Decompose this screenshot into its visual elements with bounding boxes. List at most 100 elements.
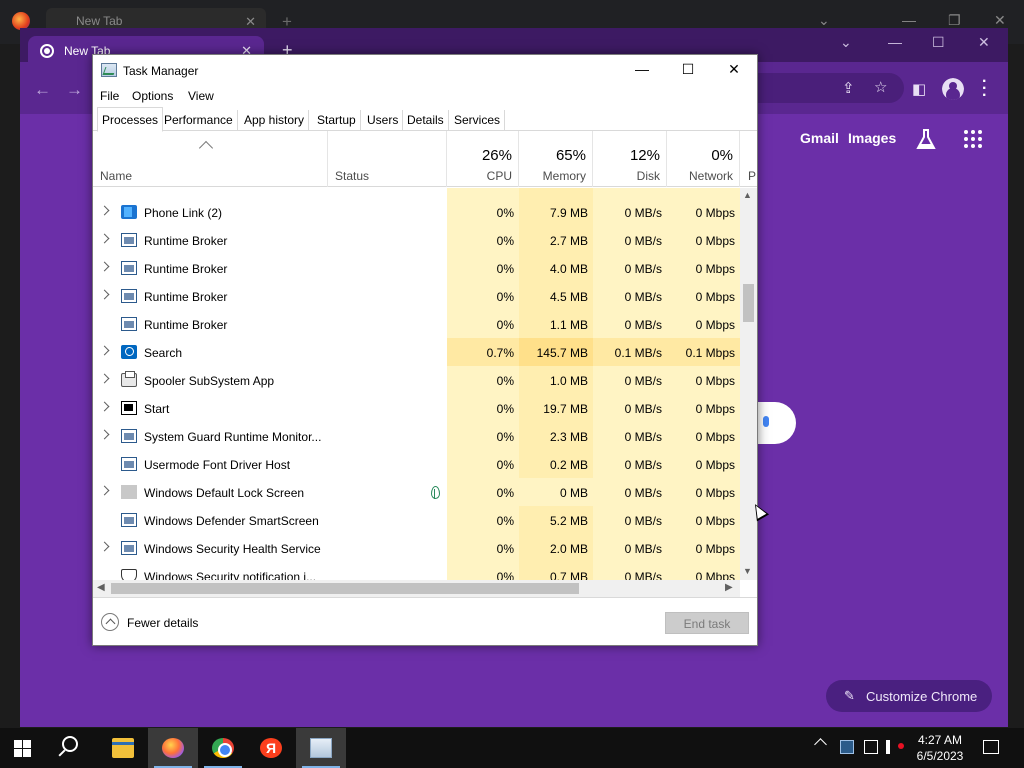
images-link[interactable]: Images bbox=[848, 130, 896, 146]
chrome-close-button[interactable]: ✕ bbox=[978, 34, 990, 51]
table-row[interactable]: Windows Security Health Service 0% 2.0 MB 0… bbox=[93, 534, 740, 562]
background-tab-search-icon[interactable]: ⌄ bbox=[818, 12, 830, 29]
show-hidden-icons-chevron-icon[interactable] bbox=[814, 738, 827, 751]
table-row[interactable]: Search 0.7% 145.7 MB 0.1 MB/s 0.1 Mbps bbox=[93, 338, 740, 366]
bookmark-star-icon[interactable]: ☆ bbox=[874, 78, 887, 96]
chrome-menu-icon[interactable]: · · · bbox=[982, 74, 988, 104]
column-header-status[interactable]: Status bbox=[328, 131, 447, 187]
process-name: Runtime Broker bbox=[144, 234, 228, 248]
volume-muted-icon[interactable] bbox=[886, 740, 904, 754]
expand-chevron-icon[interactable] bbox=[99, 541, 110, 552]
tab-services[interactable]: Services bbox=[450, 110, 506, 131]
voice-search-mic-icon[interactable] bbox=[758, 402, 796, 444]
memory-cell: 0.2 MB bbox=[519, 450, 593, 478]
menu-view[interactable]: View bbox=[188, 89, 214, 103]
column-header-name[interactable]: Name bbox=[93, 131, 328, 187]
expand-chevron-icon[interactable] bbox=[99, 289, 110, 300]
customize-chrome-button[interactable]: ✎ Customize Chrome bbox=[826, 680, 992, 712]
tab-performance[interactable]: Performance bbox=[160, 110, 238, 131]
taskbar-file-explorer[interactable] bbox=[98, 728, 148, 768]
back-arrow-icon[interactable]: ← bbox=[34, 80, 51, 100]
table-row[interactable]: Spooler SubSystem App 0% 1.0 MB 0 MB/s 0 Mbp… bbox=[93, 366, 740, 394]
expand-chevron-icon[interactable] bbox=[99, 485, 110, 496]
forward-arrow-icon[interactable]: → bbox=[66, 80, 83, 100]
table-row[interactable]: Usermode Font Driver Host 0% 0.2 MB 0 MB/s 0… bbox=[93, 450, 740, 478]
chrome-tab-search-icon[interactable]: ⌄ bbox=[840, 34, 852, 51]
horizontal-scrollbar[interactable]: ◀ ▶ bbox=[93, 580, 740, 597]
chrome-maximize-button[interactable]: ☐ bbox=[932, 34, 945, 51]
collapse-chevron-icon[interactable] bbox=[101, 613, 119, 631]
background-minimize-button[interactable]: — bbox=[902, 12, 916, 28]
column-header-power[interactable]: P bbox=[740, 131, 757, 187]
table-row[interactable]: Windows Security notification i... 0% 0.7 … bbox=[93, 562, 740, 580]
chrome-minimize-button[interactable]: — bbox=[888, 34, 902, 50]
table-row[interactable] bbox=[93, 188, 740, 198]
start-button[interactable] bbox=[14, 740, 32, 757]
task-manager-titlebar[interactable]: Task Manager — ☐ ✕ bbox=[93, 55, 757, 85]
table-row[interactable]: Windows Default Lock Screen 0% 0 MB 0 MB/s 0… bbox=[93, 478, 740, 506]
expand-chevron-icon[interactable] bbox=[99, 429, 110, 440]
expand-chevron-icon[interactable] bbox=[99, 233, 110, 244]
tab-app-history[interactable]: App history bbox=[240, 110, 310, 131]
table-row[interactable]: Start 0% 19.7 MB 0 MB/s 0 Mbps bbox=[93, 394, 740, 422]
window-title: Task Manager bbox=[123, 64, 199, 78]
maximize-button[interactable]: ☐ bbox=[665, 55, 711, 85]
table-row[interactable]: System Guard Runtime Monitor... 0% 2.3 MB 0… bbox=[93, 422, 740, 450]
table-row[interactable]: Phone Link (2) 0% 7.9 MB 0 MB/s 0 Mbps bbox=[93, 198, 740, 226]
column-header-disk[interactable]: 12% Disk bbox=[593, 131, 667, 187]
scroll-right-icon[interactable]: ▶ bbox=[725, 582, 733, 593]
tab-startup[interactable]: Startup bbox=[313, 110, 361, 131]
column-header-network[interactable]: 0% Network bbox=[667, 131, 740, 187]
taskbar-yandex[interactable]: Я bbox=[246, 728, 296, 768]
scroll-down-icon[interactable]: ▼ bbox=[743, 566, 752, 576]
side-panel-icon[interactable]: ◧ bbox=[912, 80, 926, 98]
table-row[interactable]: Runtime Broker 0% 4.0 MB 0 MB/s 0 Mbps bbox=[93, 254, 740, 282]
share-icon[interactable]: ⇪ bbox=[842, 79, 855, 97]
vertical-scrollbar[interactable]: ▲ ▼ bbox=[740, 188, 757, 580]
clock-date: 6/5/2023 bbox=[916, 749, 964, 763]
process-name: Windows Security Health Service bbox=[144, 542, 321, 556]
network-icon[interactable] bbox=[864, 740, 878, 754]
background-restore-button[interactable]: ❐ bbox=[948, 12, 961, 29]
end-task-button[interactable]: End task bbox=[665, 612, 749, 634]
process-name: Runtime Broker bbox=[144, 262, 228, 276]
menu-options[interactable]: Options bbox=[132, 89, 173, 103]
profile-avatar-icon[interactable] bbox=[942, 78, 964, 100]
minimize-button[interactable]: — bbox=[619, 55, 665, 85]
scroll-left-icon[interactable]: ◀ bbox=[97, 582, 105, 593]
pencil-icon: ✎ bbox=[844, 688, 855, 703]
memory-cell: 4.5 MB bbox=[519, 282, 593, 310]
system-clock[interactable]: 4:27 AM 6/5/2023 bbox=[912, 732, 968, 764]
taskbar-chrome[interactable] bbox=[198, 728, 248, 768]
column-header-memory[interactable]: 65% Memory bbox=[519, 131, 593, 187]
fewer-details-link[interactable]: Fewer details bbox=[127, 616, 198, 630]
menu-file[interactable]: File bbox=[100, 89, 119, 103]
tab-details[interactable]: Details bbox=[403, 110, 449, 131]
expand-chevron-icon[interactable] bbox=[99, 205, 110, 216]
vertical-scroll-thumb[interactable] bbox=[743, 284, 754, 322]
table-row[interactable]: Windows Defender SmartScreen 0% 5.2 MB 0 MB… bbox=[93, 506, 740, 534]
expand-chevron-icon[interactable] bbox=[99, 401, 110, 412]
taskbar-task-manager[interactable] bbox=[296, 728, 346, 768]
windows-taskbar: Я 4:27 AM 6/5/2023 bbox=[0, 728, 1024, 768]
taskbar-firefox[interactable] bbox=[148, 728, 198, 768]
background-close-button[interactable]: ✕ bbox=[994, 12, 1006, 29]
horizontal-scroll-thumb[interactable] bbox=[111, 583, 579, 594]
gmail-link[interactable]: Gmail bbox=[800, 130, 839, 146]
google-apps-icon[interactable] bbox=[964, 130, 982, 148]
labs-flask-icon[interactable] bbox=[916, 128, 936, 150]
table-row[interactable]: Runtime Broker 0% 1.1 MB 0 MB/s 0 Mbps bbox=[93, 310, 740, 338]
column-header-cpu[interactable]: 26% CPU bbox=[447, 131, 519, 187]
tab-processes[interactable]: Processes bbox=[97, 107, 164, 132]
expand-chevron-icon[interactable] bbox=[99, 345, 110, 356]
scroll-up-icon[interactable]: ▲ bbox=[743, 190, 752, 200]
expand-chevron-icon[interactable] bbox=[99, 373, 110, 384]
table-row[interactable]: Runtime Broker 0% 4.5 MB 0 MB/s 0 Mbps bbox=[93, 282, 740, 310]
tray-app-icon[interactable] bbox=[840, 740, 854, 754]
expand-chevron-icon[interactable] bbox=[99, 261, 110, 272]
taskbar-search-icon[interactable] bbox=[62, 736, 78, 752]
close-button[interactable]: ✕ bbox=[711, 55, 757, 85]
tab-users[interactable]: Users bbox=[363, 110, 404, 131]
table-row[interactable]: Runtime Broker 0% 2.7 MB 0 MB/s 0 Mbps bbox=[93, 226, 740, 254]
notification-center-icon[interactable] bbox=[983, 740, 999, 754]
